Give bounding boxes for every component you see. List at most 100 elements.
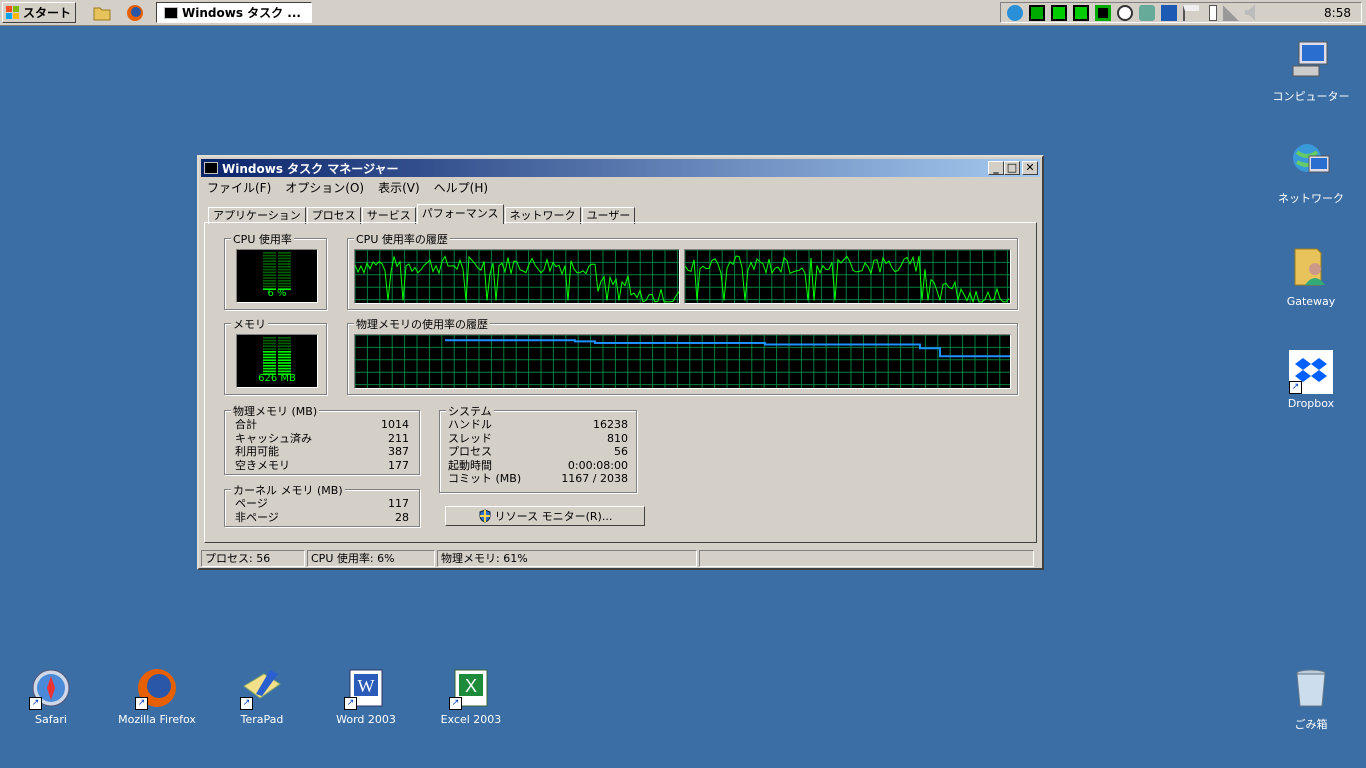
- meter-segment: [278, 359, 291, 361]
- meter-segment: [278, 345, 291, 347]
- desktop-icon-excel-2003[interactable]: X ↗ Excel 2003: [421, 666, 521, 726]
- stat-row: 非ページ 28: [235, 511, 409, 525]
- c-tool-icon[interactable]: [1051, 4, 1067, 21]
- desktop-icon-safari[interactable]: ↗ Safari: [1, 666, 101, 726]
- start-button[interactable]: スタート: [2, 2, 76, 23]
- stat-label: プロセス: [448, 445, 492, 458]
- stat-row: プロセス 56: [448, 445, 628, 459]
- status-memory: 物理メモリ: 61%: [437, 550, 697, 567]
- meter-segment: [263, 266, 276, 268]
- desktop-icon-word-2003[interactable]: W ↗ Word 2003: [316, 666, 416, 726]
- close-button[interactable]: ✕: [1022, 161, 1038, 175]
- meter-segment: [263, 342, 276, 345]
- memory-value: 626 MB: [258, 373, 296, 384]
- meter-segment: [278, 353, 291, 356]
- meter-segment: [278, 280, 291, 282]
- stat-label: 利用可能: [235, 445, 279, 458]
- cpu-history-chart-1: [354, 249, 680, 303]
- svg-text:W: W: [358, 676, 375, 696]
- memory-history-chart: [354, 334, 1010, 388]
- ime-icon[interactable]: [1161, 4, 1177, 21]
- cpu-usage-meter: 6 %: [236, 249, 318, 303]
- recycle-bin-icon: [1296, 669, 1326, 707]
- kernel-memory-title: カーネル メモリ (MB): [231, 482, 345, 498]
- stat-label: 合計: [235, 418, 257, 431]
- meter-segment: [263, 252, 276, 254]
- meter-segment: [263, 257, 276, 260]
- menu-view[interactable]: 表示(V): [378, 179, 420, 196]
- windows-logo-icon: [6, 5, 20, 20]
- shortcut-arrow-icon: ↗: [1289, 381, 1302, 394]
- explorer-folder-icon[interactable]: [93, 4, 111, 22]
- desktop-icon-dropbox[interactable]: ↗ Dropbox: [1261, 350, 1361, 410]
- panda-icon[interactable]: [1117, 4, 1133, 21]
- cpu-usage-title: CPU 使用率: [231, 231, 294, 247]
- menu-options[interactable]: オプション(O): [285, 179, 364, 196]
- meter-segment: [263, 339, 276, 342]
- meter-segment: [263, 367, 276, 370]
- stat-value: 177: [388, 458, 409, 472]
- cpu-usage-group: CPU 使用率 6 %: [224, 231, 327, 310]
- clock[interactable]: 8:58: [1324, 6, 1351, 20]
- task-manager-window: Windows タスク マネージャー _ □ ✕ ファイル(F) オプション(O…: [197, 155, 1044, 570]
- memory-history-title: 物理メモリの使用率の履歴: [354, 316, 490, 332]
- cpu-meter-icon[interactable]: [1095, 4, 1111, 21]
- signal-bars-icon[interactable]: [1223, 4, 1239, 21]
- desktop-icon-label: Word 2003: [336, 713, 396, 726]
- minimize-button[interactable]: _: [988, 161, 1004, 175]
- excel-icon: X ↗: [449, 666, 493, 710]
- meter-segment: [278, 370, 291, 373]
- desktop-icon-firefox[interactable]: ↗ Mozilla Firefox: [107, 666, 207, 726]
- terapad-icon: ↗: [240, 666, 284, 710]
- word-icon: W ↗: [344, 666, 388, 710]
- stat-label: 起動時間: [448, 458, 492, 472]
- d-tool-icon[interactable]: [1029, 4, 1045, 21]
- battery-icon[interactable]: [1209, 4, 1217, 21]
- satellite-icon[interactable]: [1139, 4, 1155, 21]
- stat-row: ページ 117: [235, 497, 409, 511]
- menu-bar: ファイル(F) オプション(O) 表示(V) ヘルプ(H): [207, 179, 502, 196]
- meter-segment: [263, 271, 276, 274]
- desktop-icon-computer[interactable]: コンピューター: [1261, 38, 1361, 104]
- system-tray: 8:58: [1000, 2, 1362, 23]
- network-globe-icon[interactable]: [1007, 4, 1023, 21]
- menu-help[interactable]: ヘルプ(H): [434, 179, 488, 196]
- meter-segment: [263, 260, 276, 262]
- desktop-icon-label: Dropbox: [1287, 397, 1335, 410]
- desktop-icon-gateway[interactable]: Gateway: [1261, 245, 1361, 308]
- desktop-icon-network[interactable]: ネットワーク: [1261, 140, 1361, 206]
- memory-meter-bars: [263, 337, 291, 375]
- shortcut-arrow-icon: ↗: [344, 697, 357, 710]
- stat-label: キャッシュ済み: [235, 431, 312, 445]
- meter-segment: [263, 370, 276, 373]
- action-center-flag-icon[interactable]: [1183, 4, 1199, 21]
- status-processes: プロセス: 56: [201, 550, 305, 567]
- stat-row: ハンドル 16238: [448, 418, 628, 432]
- desktop-icon-label: Excel 2003: [440, 713, 502, 726]
- desktop-icon-recycle-bin[interactable]: ごみ箱: [1261, 666, 1361, 732]
- uac-shield-icon: [479, 509, 491, 523]
- volume-icon[interactable]: [1245, 4, 1255, 21]
- resource-monitor-label: リソース モニター(R)...: [494, 510, 613, 523]
- menu-file[interactable]: ファイル(F): [207, 179, 271, 196]
- task-button-label: Windows タスク ...: [182, 6, 301, 20]
- r-tool-icon[interactable]: [1073, 4, 1089, 21]
- user-folder-icon: [1294, 248, 1325, 286]
- desktop-icon-terapad[interactable]: ↗ TeraPad: [212, 666, 312, 726]
- resource-monitor-button[interactable]: リソース モニター(R)...: [445, 506, 645, 526]
- desktop-icon-label: TeraPad: [240, 713, 284, 726]
- meter-segment: [278, 254, 291, 257]
- cpu-usage-value: 6 %: [267, 288, 287, 299]
- system-group: システム ハンドル 16238 スレッド 810 プロセス 56 起動時間 0:00:0…: [439, 403, 637, 493]
- meter-segment: [278, 351, 291, 353]
- tab-performance[interactable]: パフォーマンス: [416, 204, 504, 224]
- memory-title: メモリ: [231, 316, 268, 332]
- meter-segment: [263, 274, 276, 276]
- maximize-button[interactable]: □: [1004, 161, 1020, 175]
- title-bar[interactable]: Windows タスク マネージャー _ □ ✕: [201, 159, 1040, 177]
- taskbar-button-task-manager[interactable]: Windows タスク ...: [156, 2, 312, 23]
- meter-segment: [263, 337, 276, 339]
- stat-value: 0:00:08:00: [567, 458, 628, 472]
- stat-row: 起動時間 0:00:08:00: [448, 459, 628, 473]
- firefox-quicklaunch-icon[interactable]: [126, 4, 144, 22]
